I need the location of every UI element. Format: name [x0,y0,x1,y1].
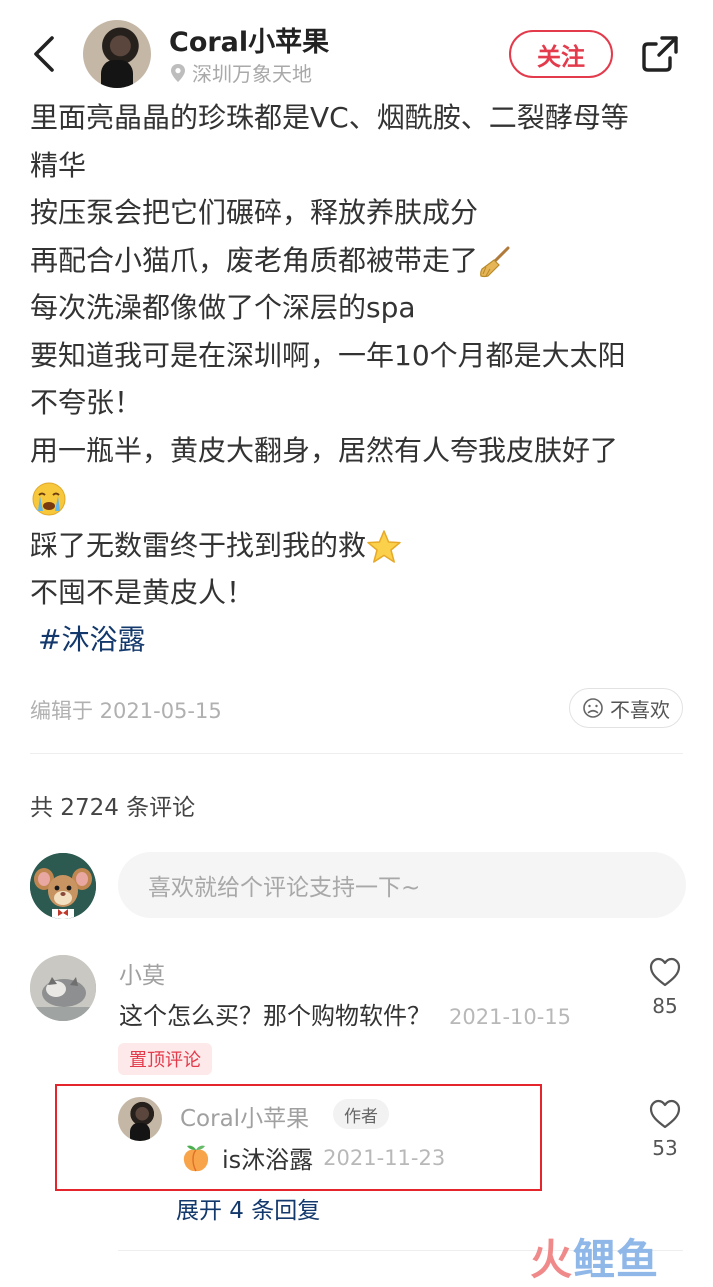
heart-icon [649,1099,681,1129]
broom-emoji-icon [480,246,510,277]
reply-date: 2021-11-23 [323,1145,446,1170]
post-line: 踩了无数雷终于找到我的救 [30,522,690,570]
commenter-avatar[interactable] [30,955,96,1021]
reply-body: is沐浴露 [222,1146,314,1174]
share-icon[interactable] [640,34,680,74]
post-line: 里面亮晶晶的珍珠都是VC、烟酰胺、二裂酵母等 [30,101,629,134]
pinned-comment-badge: 置顶评论 [118,1043,212,1075]
post-line: 不囤不是黄皮人！ [30,576,255,609]
post-line: 精华 [30,148,87,182]
back-arrow-icon[interactable] [28,34,60,74]
star-emoji-icon [367,529,401,563]
edited-date: 编辑于 2021-05-15 [30,699,222,723]
post-line [30,474,690,522]
location-tag[interactable]: 深圳万象天地 [169,58,312,87]
crying-face-emoji-icon [32,482,66,516]
post-content: 里面亮晶晶的珍珠都是VC、烟酰胺、二裂酵母等 精华 按压泵会把它们碾碎，释放养肤… [30,94,690,617]
heart-icon [649,957,681,987]
peach-emoji-icon [183,1145,209,1171]
comment-body: 这个怎么买？那个购物软件？ [119,1002,431,1030]
frown-face-icon [583,698,603,718]
dislike-label: 不喜欢 [610,697,670,722]
comment-like-button[interactable]: 85 [645,956,685,1036]
location-text: 深圳万象天地 [192,62,312,86]
post-line: 不夸张！ [30,386,143,419]
watermark-part-1: 火 [530,1235,574,1284]
comment-text: 这个怎么买？那个购物软件？ 2021-10-15 [119,996,571,1031]
comment-date: 2021-10-15 [449,1005,572,1029]
divider [30,753,683,754]
follow-button[interactable]: 关注 [509,30,613,78]
hashtag-link[interactable]: #沐浴露 [38,618,145,658]
watermark-part-2: 鲤鱼 [573,1235,660,1284]
author-avatar[interactable] [83,20,151,88]
dislike-button[interactable]: 不喜欢 [569,688,683,728]
comment-input[interactable]: 喜欢就给个评论支持一下~ [118,852,686,918]
watermark-logo: 火鲤鱼 [530,1226,659,1287]
post-line: 用一瓶半，黄皮大翻身，居然有人夸我皮肤好了 [30,433,619,467]
post-line-text: 再配合小猫爪，废老角质都被带走了 [30,243,479,277]
like-count: 85 [652,994,678,1018]
author-badge: 作者 [333,1099,389,1129]
reply-like-button[interactable]: 53 [645,1098,685,1178]
reply-author-name[interactable]: Coral小苹果 [180,1099,309,1133]
author-name[interactable]: Coral小苹果 [169,20,329,59]
commenter-name[interactable]: 小莫 [119,956,165,990]
location-pin-icon [171,63,185,82]
reply-text: is沐浴露 2021-11-23 [180,1140,445,1175]
post-line: 要知道我可是在深圳啊，一年10个月都是大太阳 [30,338,626,372]
like-count: 53 [652,1136,678,1160]
post-line-text: 踩了无数雷终于找到我的救 [30,528,367,562]
expand-replies-link[interactable]: 展开 4 条回复 [176,1191,320,1225]
reply-author-avatar[interactable] [118,1097,162,1141]
post-line: 再配合小猫爪，废老角质都被带走了 [30,237,690,285]
comment-count: 共 2724 条评论 [30,795,196,821]
post-line: 按压泵会把它们碾碎，释放养肤成分 [30,196,479,229]
post-line: 每次洗澡都像做了个深层的spa [30,291,416,324]
my-avatar [30,853,96,919]
